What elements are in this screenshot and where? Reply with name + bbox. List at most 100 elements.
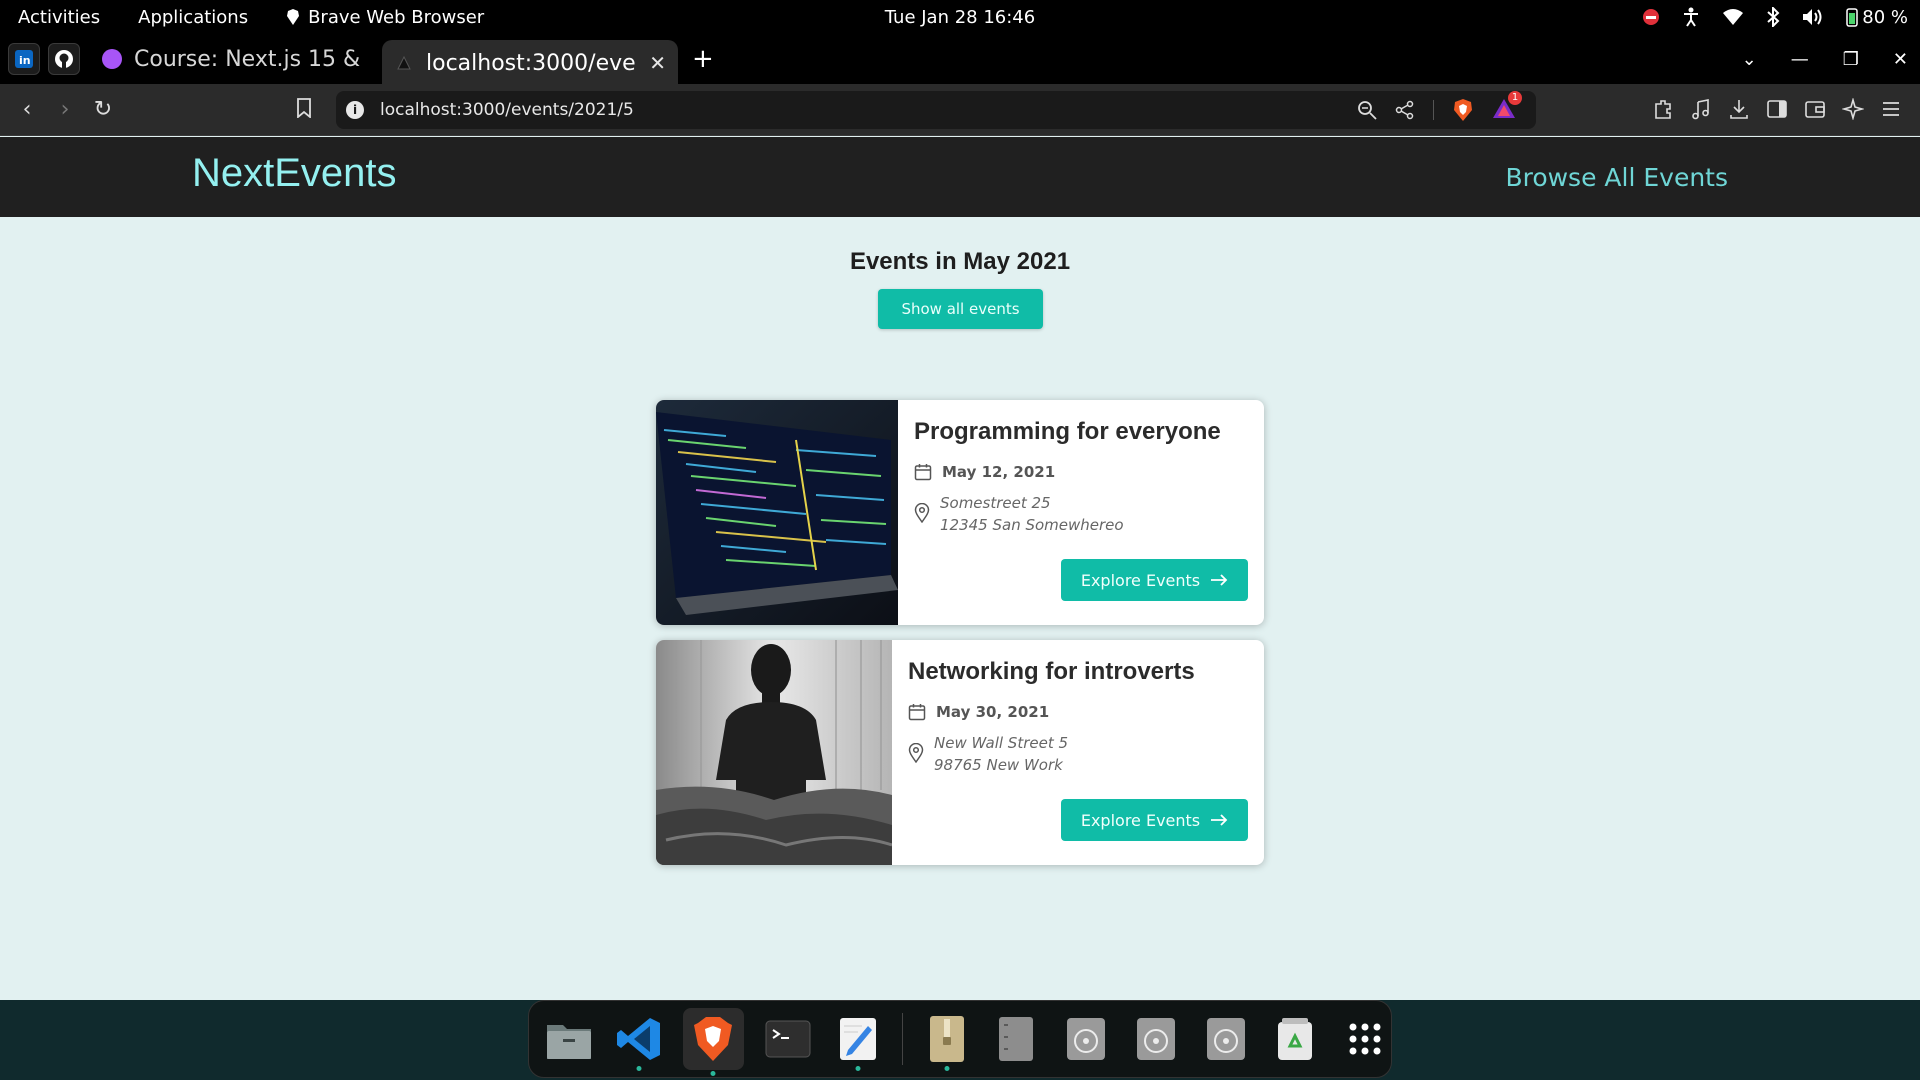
event-address: New Wall Street 5 98765 New Work	[908, 732, 1068, 776]
focused-app-label: Brave Web Browser	[308, 6, 485, 28]
dock-disk[interactable]	[990, 1013, 1042, 1065]
brave-icon	[694, 1017, 733, 1061]
battery-indicator[interactable]: 80 %	[1846, 7, 1908, 28]
reload-button[interactable]: ↻	[84, 97, 122, 122]
running-indicator	[855, 1066, 861, 1071]
linkedin-icon: in	[15, 50, 33, 68]
browser-toolbar: ‹ › ↻ i localhost:3000/events/2021/5 1	[0, 84, 1920, 136]
share-icon[interactable]	[1395, 100, 1415, 120]
dock-text-editor[interactable]	[832, 1013, 884, 1071]
dock-trash[interactable]	[1269, 1013, 1321, 1065]
browse-all-events-link[interactable]: Browse All Events	[1505, 163, 1728, 192]
system-top-bar: Activities Applications Brave Web Browse…	[0, 0, 1920, 34]
arrow-right-icon	[1211, 574, 1228, 586]
event-date-text: May 30, 2021	[936, 703, 1050, 721]
address-bar[interactable]: i localhost:3000/events/2021/5 1	[336, 90, 1536, 129]
event-card-body: Programming for everyone May 12, 2021 So…	[898, 400, 1264, 625]
dock-terminal[interactable]	[762, 1013, 814, 1065]
event-address-line1: Somestreet 25	[940, 494, 1051, 512]
accessibility-icon[interactable]	[1682, 7, 1700, 27]
url-text[interactable]: localhost:3000/events/2021/5	[380, 100, 634, 120]
extensions-icon[interactable]	[1652, 98, 1674, 120]
calendar-icon	[914, 464, 932, 481]
event-address-line1: New Wall Street 5	[934, 734, 1069, 752]
dock-optical-2[interactable]	[1130, 1013, 1182, 1065]
dock	[528, 1000, 1392, 1078]
event-card-body: Networking for introverts May 30, 2021 N…	[892, 640, 1264, 865]
optical-drive-icon	[1067, 1018, 1106, 1060]
running-indicator	[944, 1066, 950, 1071]
maximize-button[interactable]: ❐	[1843, 49, 1859, 70]
udemy-favicon-icon	[102, 49, 122, 69]
files-icon	[546, 1025, 591, 1059]
location-pin-icon	[914, 503, 930, 523]
battery-percent: 80 %	[1862, 6, 1908, 28]
tab-course[interactable]: Course: Next.js 15 & R	[90, 38, 376, 80]
media-icon[interactable]	[1690, 98, 1712, 120]
event-card: Programming for everyone May 12, 2021 So…	[656, 400, 1264, 625]
dock-archive[interactable]	[921, 1013, 973, 1071]
downloads-icon[interactable]	[1728, 98, 1750, 120]
event-image-laptop-code	[656, 400, 898, 625]
optical-drive-icon	[1206, 1018, 1245, 1060]
close-window-button[interactable]: ✕	[1893, 49, 1908, 70]
bookmark-icon[interactable]	[296, 98, 312, 118]
event-address-line2: 98765 New Work	[934, 756, 1063, 774]
back-button[interactable]: ‹	[8, 97, 46, 122]
terminal-icon	[765, 1020, 811, 1058]
svg-text:in: in	[19, 54, 31, 67]
event-card: Networking for introverts May 30, 2021 N…	[656, 640, 1264, 865]
wifi-icon[interactable]	[1722, 8, 1744, 26]
page-title: Events in May 2021	[849, 248, 1071, 275]
pinned-tab-linkedin[interactable]: in	[8, 43, 40, 75]
explore-button-label: Explore Events	[1080, 810, 1201, 830]
optical-drive-icon	[1136, 1018, 1175, 1060]
arrow-right-icon	[1211, 814, 1228, 826]
wallet-icon[interactable]	[1804, 98, 1826, 120]
new-tab-button[interactable]: +	[692, 44, 714, 74]
vscode-icon	[616, 1018, 660, 1060]
forward-button[interactable]: ›	[46, 97, 84, 122]
applications-menu[interactable]: Applications	[138, 7, 248, 28]
brave-shields-icon[interactable]	[1452, 98, 1474, 122]
activities-button[interactable]: Activities	[18, 7, 100, 28]
battery-icon	[1846, 8, 1859, 27]
explore-event-button[interactable]: Explore Events	[1061, 559, 1248, 601]
tab-close-icon[interactable]: ✕	[649, 51, 666, 75]
event-date-text: May 12, 2021	[942, 463, 1056, 481]
explore-button-label: Explore Events	[1080, 570, 1201, 590]
text-editor-icon	[839, 1018, 876, 1060]
dock-show-apps[interactable]	[1339, 1013, 1391, 1065]
sidebar-icon[interactable]	[1766, 98, 1788, 120]
event-date: May 30, 2021	[908, 703, 1049, 721]
dock-optical-3[interactable]	[1200, 1013, 1252, 1065]
tab-list-chevron-icon[interactable]: ⌄	[1742, 49, 1757, 70]
running-indicator	[636, 1066, 642, 1071]
browser-tab-bar: in Course: Next.js 15 & R localhost:3000…	[0, 34, 1920, 86]
bluetooth-icon[interactable]	[1766, 7, 1780, 27]
show-all-events-button[interactable]: Show all events	[878, 289, 1043, 329]
pinned-tab-github[interactable]	[48, 43, 80, 75]
tab-localhost[interactable]: localhost:3000/eve ✕	[382, 40, 678, 86]
github-icon	[55, 50, 73, 68]
explore-event-button[interactable]: Explore Events	[1061, 799, 1248, 841]
dock-vscode[interactable]	[613, 1013, 665, 1071]
site-info-icon[interactable]: i	[346, 101, 364, 119]
trash-icon	[1278, 1018, 1313, 1060]
dock-files[interactable]	[543, 1013, 595, 1065]
menu-icon[interactable]	[1880, 98, 1902, 120]
minimize-button[interactable]: —	[1791, 49, 1809, 70]
volume-icon[interactable]	[1802, 8, 1824, 26]
zoom-icon[interactable]	[1357, 100, 1377, 120]
event-address-line2: 12345 San Somewhereo	[940, 516, 1124, 534]
do-not-disturb-icon[interactable]	[1642, 8, 1660, 26]
dock-optical-1[interactable]	[1060, 1013, 1112, 1065]
leo-ai-icon[interactable]	[1842, 98, 1864, 120]
nextjs-favicon-icon	[397, 55, 411, 70]
focused-app-menu[interactable]: Brave Web Browser	[286, 7, 522, 28]
brave-small-icon	[287, 9, 300, 25]
dock-separator	[901, 1013, 903, 1065]
brave-rewards-button[interactable]: 1	[1492, 90, 1522, 124]
site-logo[interactable]: NextEvents	[192, 151, 397, 196]
dock-brave[interactable]	[682, 1008, 745, 1076]
